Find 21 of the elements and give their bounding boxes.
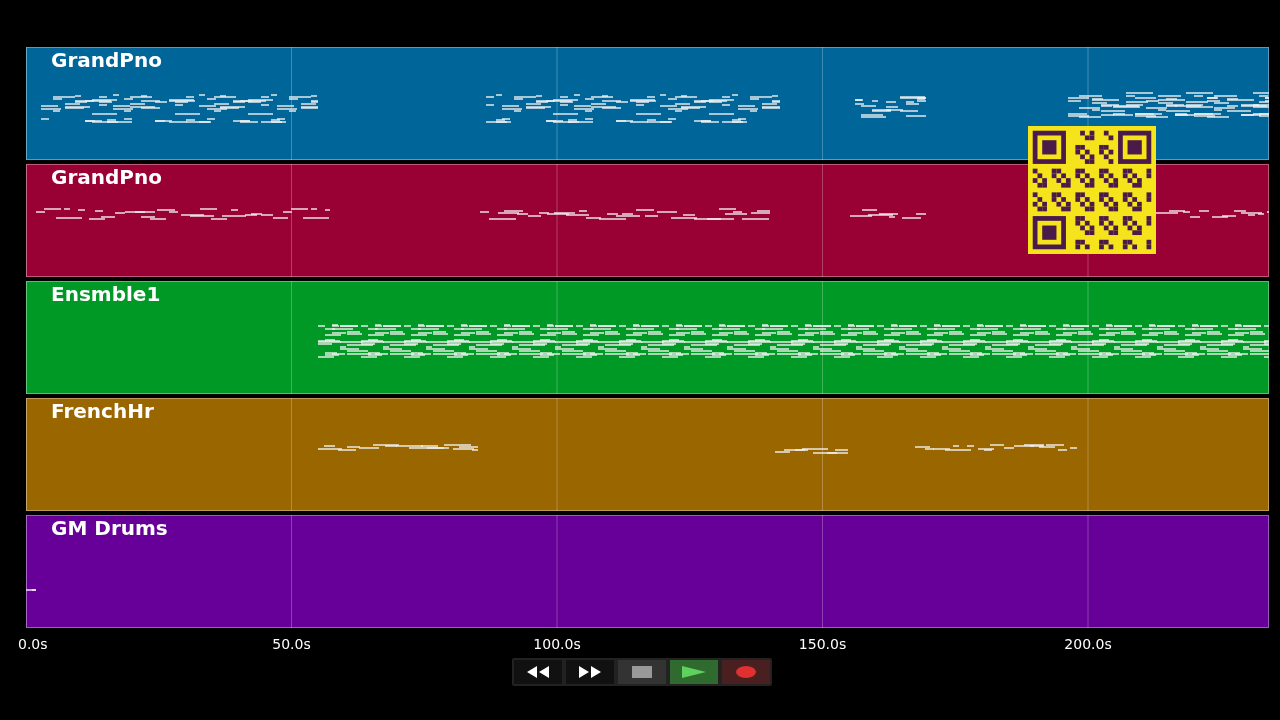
track-name: GM Drums bbox=[51, 516, 168, 540]
record-icon bbox=[736, 666, 756, 678]
rewind-icon bbox=[525, 665, 551, 679]
stop-icon bbox=[632, 666, 652, 678]
time-tick-label: 0.0s bbox=[18, 636, 48, 652]
fast-forward-icon bbox=[577, 665, 603, 679]
time-tick-label: 150.0s bbox=[798, 636, 847, 652]
fast-forward-button[interactable] bbox=[566, 660, 614, 684]
play-icon bbox=[681, 665, 707, 679]
track-name: GrandPno bbox=[51, 165, 162, 189]
time-tick-label: 200.0s bbox=[1064, 636, 1112, 652]
rewind-button[interactable] bbox=[514, 660, 562, 684]
time-tick-label: 100.0s bbox=[533, 636, 581, 652]
qr-code-icon bbox=[1028, 126, 1156, 254]
track-name: Ensmble1 bbox=[51, 282, 161, 306]
stop-button[interactable] bbox=[618, 660, 666, 684]
play-button[interactable] bbox=[670, 660, 718, 684]
record-button[interactable] bbox=[722, 660, 770, 684]
track-name: GrandPno bbox=[51, 48, 162, 72]
track-name: FrenchHr bbox=[51, 399, 154, 423]
time-tick-label: 50.0s bbox=[272, 636, 311, 652]
